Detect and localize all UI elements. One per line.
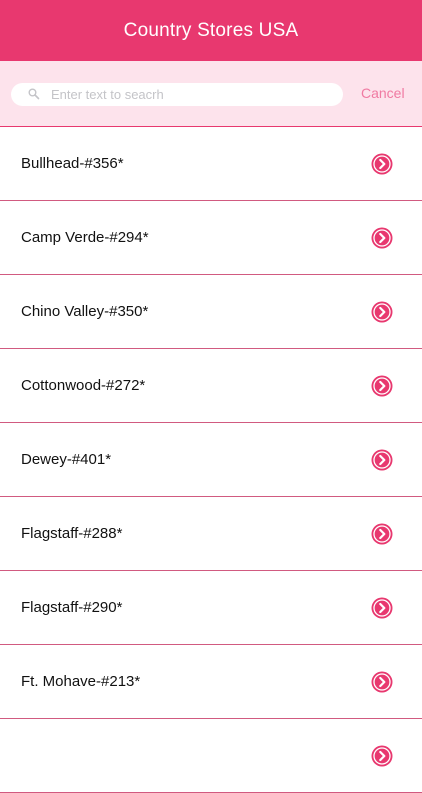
search-bar: Cancel: [0, 61, 422, 127]
chevron-right-circle-icon[interactable]: [371, 301, 393, 323]
store-name: Dewey-#401*: [21, 451, 112, 468]
store-name: Bullhead-#356*: [21, 155, 124, 172]
search-field[interactable]: [11, 83, 343, 106]
list-item[interactable]: Ft. Mohave-#213*: [0, 645, 422, 719]
app-header: Country Stores USA: [0, 0, 422, 61]
store-name: Ft. Mohave-#213*: [21, 673, 141, 690]
chevron-right-circle-icon[interactable]: [371, 375, 393, 397]
search-input[interactable]: [51, 83, 331, 106]
chevron-right-circle-icon[interactable]: [371, 745, 393, 767]
chevron-right-circle-icon[interactable]: [371, 153, 393, 175]
list-item[interactable]: Camp Verde-#294*: [0, 201, 422, 275]
store-name: Camp Verde-#294*: [21, 229, 149, 246]
chevron-right-circle-icon[interactable]: [371, 671, 393, 693]
page-title: Country Stores USA: [123, 19, 299, 41]
list-item[interactable]: Chino Valley-#350*: [0, 275, 422, 349]
list-item[interactable]: Dewey-#401*: [0, 423, 422, 497]
list-item[interactable]: Cottonwood-#272*: [0, 349, 422, 423]
list-item[interactable]: Bullhead-#356*: [0, 127, 422, 201]
store-list: Bullhead-#356* Camp Verde-#294* Chino Vall…: [0, 127, 422, 793]
chevron-right-circle-icon[interactable]: [371, 523, 393, 545]
chevron-right-circle-icon[interactable]: [371, 227, 393, 249]
store-name: Flagstaff-#290*: [21, 599, 123, 616]
cancel-button[interactable]: Cancel: [361, 85, 405, 101]
list-item[interactable]: Flagstaff-#290*: [0, 571, 422, 645]
chevron-right-circle-icon[interactable]: [371, 449, 393, 471]
chevron-right-circle-icon[interactable]: [371, 597, 393, 619]
list-item[interactable]: [0, 719, 422, 793]
list-item[interactable]: Flagstaff-#288*: [0, 497, 422, 571]
store-name: Cottonwood-#272*: [21, 377, 146, 394]
store-name: Flagstaff-#288*: [21, 525, 123, 542]
search-icon: [28, 88, 40, 100]
store-name: Chino Valley-#350*: [21, 303, 149, 320]
